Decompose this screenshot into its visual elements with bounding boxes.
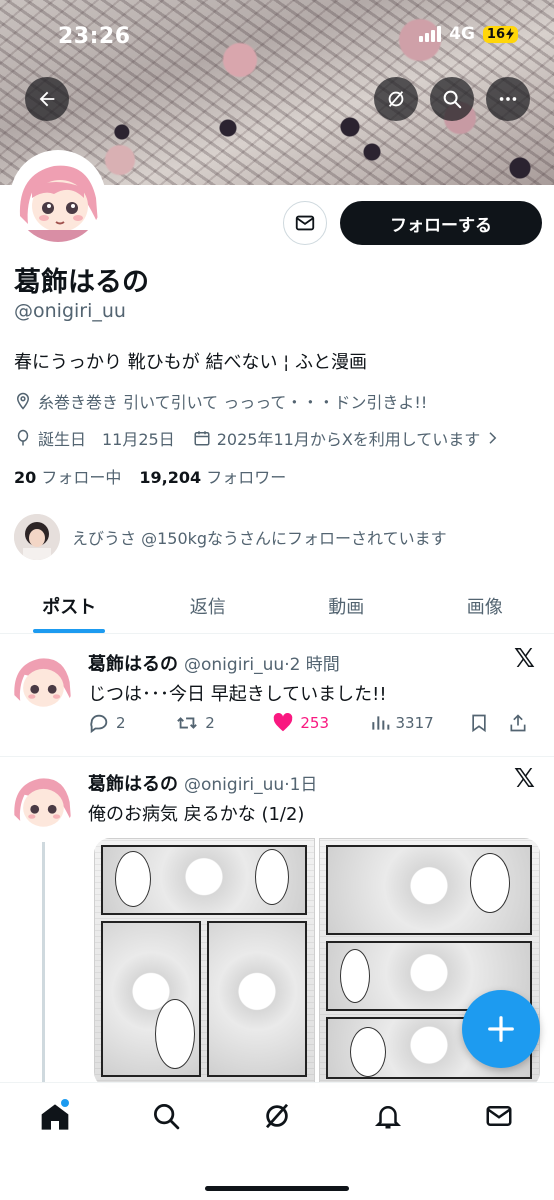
- profile-birthday: 誕生日 11月25日: [38, 430, 175, 449]
- network-type: 4G: [449, 24, 475, 44]
- follower-avatar: [14, 514, 60, 560]
- profile-location-row: 糸巻き巻き 引いて引いて っっって・・・ドン引きよ!!: [14, 389, 427, 413]
- repost-button[interactable]: 2: [175, 712, 272, 734]
- followed-by-text: えびうさ @150kgなうさんにフォローされています: [72, 529, 447, 548]
- profile-avatar[interactable]: [10, 150, 106, 246]
- compose-post-button[interactable]: [462, 990, 540, 1068]
- home-indicator: [205, 1186, 349, 1191]
- message-button[interactable]: [283, 201, 327, 245]
- share-icon: [510, 714, 526, 732]
- back-button[interactable]: [25, 77, 69, 121]
- followers-link[interactable]: 19,204 フォロワー: [139, 464, 286, 488]
- nav-home[interactable]: [27, 1099, 83, 1141]
- post-author-handle[interactable]: @onigiri_uu: [184, 775, 284, 795]
- profile-dates-row: 誕生日 11月25日 2025年11月からXを利用しています: [14, 426, 500, 450]
- bottom-navigation: [0, 1082, 554, 1200]
- post-avatar[interactable]: [10, 770, 74, 834]
- notifications-icon: [374, 1106, 401, 1129]
- following-link[interactable]: 20 フォロー中: [14, 464, 121, 488]
- nav-notifications[interactable]: [360, 1101, 416, 1141]
- followers-count: 19,204: [139, 468, 202, 487]
- avatar-illustration: [14, 154, 102, 242]
- nav-grok[interactable]: [249, 1101, 305, 1141]
- post-text: じつは･･･今日 早起きしていました!!: [88, 684, 387, 705]
- more-icon: [499, 97, 517, 101]
- search-button[interactable]: [430, 77, 474, 121]
- search-icon: [154, 1104, 180, 1130]
- like-count: 253: [300, 714, 329, 732]
- post-header: 葛飾はるの @onigiri_uu ·1日: [88, 770, 317, 796]
- views-button[interactable]: 3317: [370, 713, 469, 733]
- plus-icon: [488, 1016, 514, 1042]
- share-button[interactable]: [508, 712, 538, 734]
- reply-count: 2: [116, 714, 126, 732]
- x-logo-icon: 𝕏: [514, 644, 535, 674]
- followed-by-row[interactable]: えびうさ @150kgなうさんにフォローされています: [14, 514, 447, 560]
- repost-icon: [177, 717, 198, 729]
- status-time: 23:26: [58, 24, 131, 49]
- reply-icon: [90, 714, 108, 734]
- post-time[interactable]: ·1日: [284, 770, 317, 795]
- tab-posts[interactable]: ポスト: [0, 578, 139, 633]
- mail-icon: [295, 215, 315, 231]
- post-text: 俺のお病気 戻るかな (1/2): [88, 804, 305, 825]
- post-time[interactable]: ·2 時間: [284, 650, 340, 675]
- post-author-handle[interactable]: @onigiri_uu: [184, 655, 284, 675]
- status-indicators: 4G 16: [419, 24, 518, 44]
- tab-images[interactable]: 画像: [416, 578, 554, 633]
- post-author-name[interactable]: 葛飾はるの: [88, 650, 178, 676]
- battery-level: 16: [486, 26, 505, 42]
- follow-stats: 20 フォロー中 19,204 フォロワー: [14, 464, 286, 488]
- search-icon: [443, 90, 462, 109]
- signal-icon: [419, 26, 442, 42]
- views-icon: [371, 716, 389, 730]
- profile-handle: @onigiri_uu: [14, 300, 126, 322]
- location-icon: [16, 392, 30, 410]
- battery-indicator: 16: [482, 25, 518, 43]
- balloon-icon: [17, 429, 29, 446]
- post-avatar[interactable]: [10, 650, 74, 714]
- follow-button[interactable]: フォローする: [340, 201, 542, 245]
- tab-videos[interactable]: 動画: [277, 578, 416, 633]
- reply-button[interactable]: 2: [88, 712, 175, 734]
- chevron-right-icon[interactable]: [486, 429, 500, 447]
- bookmark-button[interactable]: [469, 712, 509, 734]
- grok-icon: [388, 91, 404, 107]
- bookmark-icon: [471, 714, 486, 733]
- like-button[interactable]: 253: [272, 712, 369, 734]
- tab-replies[interactable]: 返信: [139, 578, 278, 633]
- x-logo-icon: 𝕏: [514, 764, 535, 794]
- following-label: フォロー中: [41, 468, 122, 487]
- charging-icon: [506, 28, 514, 40]
- profile-name: 葛飾はるの: [14, 267, 149, 298]
- grok-button[interactable]: [374, 77, 418, 121]
- profile-location: 糸巻き巻き 引いて引いて っっって・・・ドン引きよ!!: [38, 393, 428, 412]
- messages-icon: [486, 1106, 512, 1126]
- grok-icon: [265, 1103, 289, 1129]
- nav-search[interactable]: [138, 1101, 194, 1141]
- thread-line: [42, 842, 45, 1082]
- more-button[interactable]: [486, 77, 530, 121]
- followers-label: フォロワー: [206, 468, 287, 487]
- post-actions: 2 2 253 3317: [88, 712, 538, 734]
- heart-icon: [274, 713, 293, 732]
- profile-tabs: ポスト 返信 動画 画像: [0, 578, 554, 634]
- post-author-name[interactable]: 葛飾はるの: [88, 770, 178, 796]
- back-arrow-icon: [39, 91, 55, 107]
- calendar-icon: [194, 431, 210, 446]
- profile-joined: 2025年11月からXを利用しています: [216, 430, 481, 449]
- profile-bio: 春にうっかり 靴ひもが 結べない ¦ ふと漫画: [14, 352, 367, 373]
- nav-messages[interactable]: [471, 1101, 527, 1141]
- post-header: 葛飾はるの @onigiri_uu ·2 時間: [88, 650, 340, 676]
- repost-count: 2: [205, 714, 215, 732]
- views-count: 3317: [395, 714, 434, 732]
- manga-page-left: [94, 838, 315, 1088]
- post-divider: [0, 756, 554, 757]
- following-count: 20: [14, 468, 37, 487]
